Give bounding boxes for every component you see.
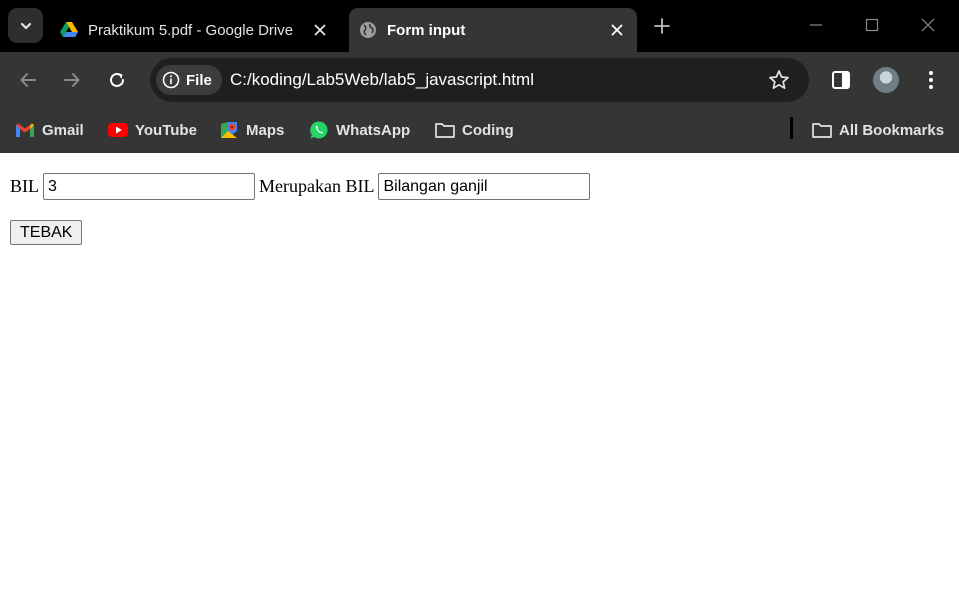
arrow-right-icon [64,73,80,87]
form-row: BIL Merupakan BIL [10,173,591,200]
new-tab-button[interactable] [650,14,674,38]
address-bar[interactable]: File C:/koding/Lab5Web/lab5_javascript.h… [150,58,809,102]
all-bookmarks-label: All Bookmarks [839,121,945,139]
page-content: BIL Merupakan BIL TEBAK [0,153,959,616]
gmail-icon [14,119,36,141]
bookmarks-bar: Gmail YouTube Maps WhatsApp Coding All B… [0,108,959,153]
tebak-button[interactable]: TEBAK [10,220,83,245]
bookmark-label: Coding [462,121,514,139]
site-info-label: File [186,71,212,89]
tab-praktikum[interactable]: Praktikum 5.pdf - Google Drive [50,8,340,52]
more-vert-icon [929,71,933,89]
star-icon [769,70,789,90]
profile-button[interactable] [870,64,902,96]
bookmark-label: Gmail [42,121,84,139]
url-text[interactable]: C:/koding/Lab5Web/lab5_javascript.html [230,70,534,90]
result-label: Merupakan BIL [259,176,375,196]
tab-title: Praktikum 5.pdf - Google Drive [88,21,294,39]
minimize-icon [810,24,822,26]
maps-icon [218,119,240,141]
bookmark-label: YouTube [135,121,197,139]
browser-toolbar: File C:/koding/Lab5Web/lab5_javascript.h… [0,52,959,108]
globe-icon [359,21,377,39]
arrow-left-icon [20,73,36,87]
folder-icon [811,119,833,141]
bookmark-star-button[interactable] [767,68,791,92]
tab-search-button[interactable] [8,8,43,43]
result-input[interactable] [378,173,591,200]
maximize-button[interactable] [857,10,887,40]
reload-button[interactable] [101,64,133,96]
youtube-icon [107,119,129,141]
bookmark-label: WhatsApp [336,121,411,139]
plus-icon [654,18,670,34]
tab-form-input[interactable]: Form input [349,8,637,52]
whatsapp-icon [308,119,330,141]
site-info-chip[interactable]: File [156,65,222,95]
forward-button[interactable] [56,64,88,96]
side-panel-button[interactable] [825,64,857,96]
chevron-down-icon [20,22,31,29]
tab-strip: Praktikum 5.pdf - Google Drive Form inpu… [0,0,959,52]
bil-label: BIL [10,176,39,196]
back-button[interactable] [12,64,44,96]
avatar [873,67,899,93]
reload-icon [110,72,124,87]
bookmark-youtube[interactable]: YouTube [107,116,197,144]
bookmark-maps[interactable]: Maps [218,116,284,144]
all-bookmarks-button[interactable]: All Bookmarks [811,116,944,144]
folder-icon [434,119,456,141]
bil-input[interactable] [43,173,255,200]
tab-title: Form input [387,21,466,39]
maximize-icon [865,18,879,32]
bookmark-label: Maps [246,121,285,139]
info-icon [162,71,180,89]
close-icon[interactable] [310,20,330,40]
close-icon [921,18,935,32]
bookmarks-divider [790,117,793,139]
menu-button[interactable] [915,64,947,96]
close-icon[interactable] [607,20,627,40]
side-panel-icon [832,71,850,89]
bookmark-gmail[interactable]: Gmail [14,116,84,144]
minimize-button[interactable] [801,10,831,40]
window-close-button[interactable] [913,10,943,40]
google-drive-icon [60,21,78,39]
bookmark-whatsapp[interactable]: WhatsApp [308,116,410,144]
bookmark-folder-coding[interactable]: Coding [434,116,514,144]
